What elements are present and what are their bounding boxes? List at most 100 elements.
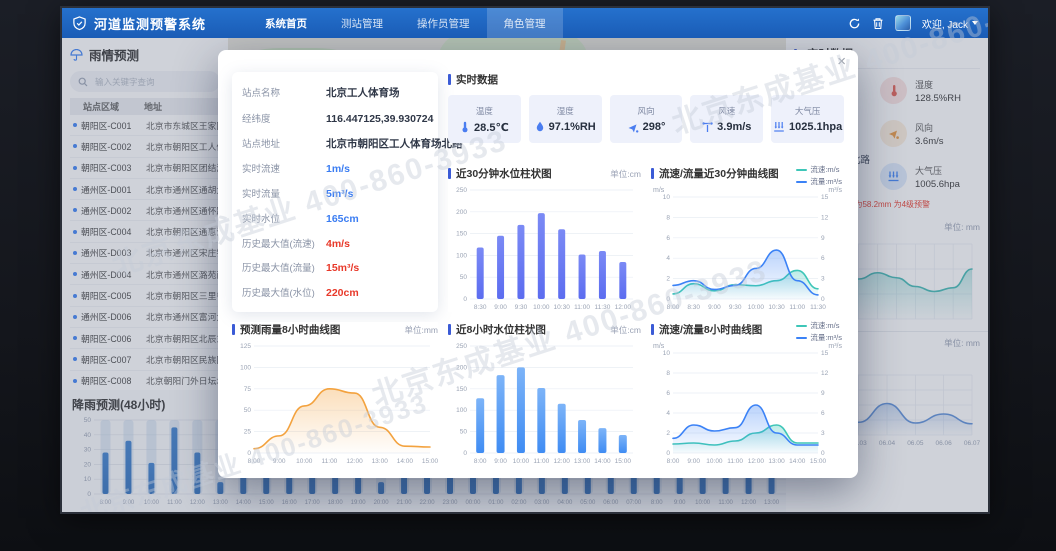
svg-text:13:00: 13:00 — [372, 458, 389, 465]
title-bar-icon — [232, 324, 235, 335]
info-label: 经纬度 — [242, 111, 326, 125]
chart-legend: 流速:m/s流量:m³/s — [796, 164, 842, 187]
card-label: 风速 — [718, 105, 735, 117]
info-value: 165cm — [326, 213, 359, 225]
pressure-icon — [773, 121, 785, 133]
svg-text:11:00: 11:00 — [574, 304, 590, 311]
svg-text:10:00: 10:00 — [296, 458, 313, 465]
info-row: 实时流量5m³/s — [242, 186, 428, 200]
water-level-8h-chart: 0501001502002508:009:0010:0011:0012:0013… — [448, 339, 641, 466]
svg-text:9:00: 9:00 — [494, 458, 507, 465]
realtime-header: 实时数据 — [448, 72, 844, 87]
info-label: 历史最大值(流量) — [242, 260, 326, 274]
menu-item-home[interactable]: 系统首页 — [248, 8, 324, 38]
water-level-8h-card: 近8小时水位柱状图 单位:cm 0501001502002508:009:001… — [448, 322, 641, 466]
realtime-cards: 温度 28.5℃ 湿度 97.1%RH 风向 298° 风速 — [448, 95, 844, 143]
card-label: 风向 — [637, 105, 654, 117]
svg-text:200: 200 — [456, 209, 467, 216]
anemometer-icon — [702, 121, 713, 133]
card-wind-speed: 风速 3.9m/s — [690, 95, 763, 143]
chart-title: 近8小时水位柱状图 — [456, 322, 546, 337]
avatar[interactable] — [895, 15, 911, 31]
svg-text:15: 15 — [821, 194, 829, 201]
info-row: 实时水位165cm — [242, 211, 428, 225]
monitor-bezel: 河道监测预警系统 系统首页 测站管理 操作员管理 角色管理 欢迎, Jack — [0, 0, 1056, 551]
svg-text:8:00: 8:00 — [248, 458, 261, 465]
svg-text:0: 0 — [247, 450, 251, 457]
svg-text:9:00: 9:00 — [687, 458, 700, 465]
info-label: 实时流量 — [242, 186, 326, 200]
card-value: 97.1%RH — [549, 121, 596, 133]
card-value: 28.5℃ — [474, 121, 509, 134]
svg-text:4: 4 — [666, 410, 670, 417]
svg-text:10:00: 10:00 — [533, 304, 550, 311]
svg-text:0: 0 — [666, 296, 670, 303]
svg-text:12:00: 12:00 — [748, 458, 765, 465]
title-bar-icon — [651, 168, 654, 179]
chart-title: 近30分钟水位柱状图 — [456, 166, 552, 181]
menu-item-roles[interactable]: 角色管理 — [487, 8, 563, 38]
svg-text:0: 0 — [821, 296, 825, 303]
info-row: 历史最大值(水位)220cm — [242, 285, 428, 299]
svg-text:14:00: 14:00 — [397, 458, 414, 465]
chart-title: 流速/流量近30分钟曲线图 — [659, 166, 779, 181]
realtime-title: 实时数据 — [456, 72, 498, 87]
svg-text:11:30: 11:30 — [595, 304, 611, 311]
svg-text:6: 6 — [666, 390, 670, 397]
water-level-30min-card: 近30分钟水位柱状图 单位:cm 0501001502002508:309:00… — [448, 166, 641, 312]
svg-text:75: 75 — [244, 386, 252, 393]
modal-grid: 站点名称北京工人体育场 经纬度116.447125,39.930724 站点地址… — [232, 72, 844, 466]
svg-text:9:30: 9:30 — [515, 304, 528, 311]
info-row: 经纬度116.447125,39.930724 — [242, 111, 428, 125]
info-label: 实时流速 — [242, 161, 326, 175]
chart-title: 预测雨量8小时曲线图 — [240, 322, 340, 337]
menu-item-operators[interactable]: 操作员管理 — [400, 8, 487, 38]
card-humidity: 湿度 97.1%RH — [529, 95, 602, 143]
svg-text:150: 150 — [456, 231, 467, 238]
water-level-30min-chart: 0501001502002508:309:009:3010:0010:3011:… — [448, 183, 641, 312]
chart-header: 近30分钟水位柱状图 单位:cm — [448, 166, 641, 181]
card-value: 1025.1hpa — [789, 121, 842, 133]
humidity-icon — [535, 121, 545, 133]
svg-text:12:00: 12:00 — [615, 304, 632, 311]
welcome-text: 欢迎, Jack — [922, 16, 968, 31]
refresh-icon[interactable] — [848, 17, 861, 30]
card-wind-direction: 风向 298° — [610, 95, 683, 143]
shield-logo-icon — [72, 16, 87, 31]
svg-text:9:00: 9:00 — [494, 304, 507, 311]
trash-icon[interactable] — [872, 17, 884, 30]
app-brand: 河道监测预警系统 — [72, 14, 206, 33]
svg-text:6: 6 — [666, 235, 670, 242]
svg-text:12:00: 12:00 — [346, 458, 363, 465]
info-value: 220cm — [326, 287, 359, 299]
card-label: 温度 — [476, 105, 493, 117]
svg-text:3: 3 — [821, 430, 825, 437]
svg-text:m³/s: m³/s — [828, 187, 842, 194]
info-label: 站点名称 — [242, 85, 326, 99]
svg-text:8:30: 8:30 — [687, 304, 700, 311]
svg-text:8:00: 8:00 — [667, 304, 680, 311]
flow-30min-card: 流速/流量近30分钟曲线图 流速:m/s流量:m³/s 024681003691… — [651, 166, 844, 312]
app-window: 河道监测预警系统 系统首页 测站管理 操作员管理 角色管理 欢迎, Jack — [62, 8, 988, 512]
svg-text:6: 6 — [821, 255, 825, 262]
svg-text:0: 0 — [821, 450, 825, 457]
info-label: 站点地址 — [242, 136, 326, 150]
wind-direction-icon — [627, 122, 639, 133]
info-row: 历史最大值(流速)4m/s — [242, 236, 428, 250]
chart-unit: 单位:cm — [610, 324, 641, 336]
svg-text:14:00: 14:00 — [789, 458, 806, 465]
info-value: 北京工人体育场 — [326, 85, 400, 100]
svg-text:9:00: 9:00 — [708, 304, 721, 311]
info-row: 站点名称北京工人体育场 — [242, 85, 428, 100]
svg-text:8:30: 8:30 — [474, 304, 487, 311]
svg-text:150: 150 — [456, 386, 467, 393]
menu-item-stations[interactable]: 测站管理 — [324, 8, 400, 38]
svg-text:25: 25 — [244, 429, 252, 436]
user-menu[interactable]: 欢迎, Jack — [922, 16, 978, 31]
info-label: 历史最大值(水位) — [242, 285, 326, 299]
svg-text:11:30: 11:30 — [810, 304, 826, 311]
close-icon[interactable]: × — [837, 54, 846, 69]
chart-unit: 单位:mm — [404, 324, 438, 336]
svg-text:2: 2 — [666, 276, 670, 283]
svg-text:12: 12 — [821, 214, 829, 221]
